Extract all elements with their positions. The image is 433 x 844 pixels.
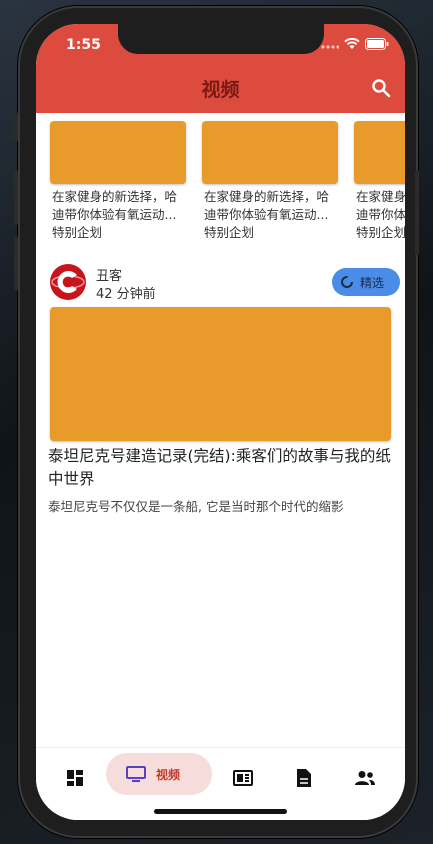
post-header: 丑客 42 分钟前 精选 [50, 264, 400, 304]
badge-label: 精选 [360, 275, 385, 290]
nav-people[interactable] [351, 764, 379, 792]
avatar[interactable] [50, 264, 86, 300]
card-tag: 特别企划 [356, 225, 405, 240]
card-description: 在家健身的新选择，哈迪带你体验有氧运动... [356, 189, 405, 222]
featured-card[interactable]: 在家健身的新选择，哈迪带你体验有氧运动... 特别企划 [202, 121, 338, 242]
card-tag: 特别企划 [52, 225, 103, 240]
featured-carousel[interactable]: 在家健身的新选择，哈迪带你体验有氧运动... 特别企划 在家健身的新选择，哈迪带… [36, 113, 405, 253]
post-thumbnail[interactable] [50, 307, 391, 441]
app-bar: 1:55 视频 [36, 24, 405, 113]
volume-up-button [14, 170, 18, 225]
featured-badge[interactable]: 精选 [332, 268, 400, 296]
volume-down-button [14, 236, 18, 291]
card-thumbnail [50, 121, 186, 184]
people-icon [355, 771, 375, 785]
home-indicator[interactable] [154, 809, 287, 814]
battery-icon [365, 38, 389, 50]
featured-card[interactable]: 在家健身的新选择，哈迪带你体验有氧运动... 特别企划 [50, 121, 186, 242]
page-title: 视频 [201, 79, 240, 101]
dashboard-icon [67, 770, 83, 786]
card-tag: 特别企划 [204, 225, 255, 240]
post-title[interactable]: 泰坦尼克号建造记录(完结):乘客们的故事与我的纸中世界 [48, 445, 393, 491]
tv-icon [126, 766, 146, 782]
card-thumbnail [202, 121, 338, 184]
news-icon [233, 770, 253, 786]
author-name[interactable]: 丑客 [96, 265, 122, 284]
status-icons [321, 38, 389, 50]
loading-icon [341, 276, 353, 288]
notch [118, 24, 324, 54]
power-button [415, 170, 419, 255]
nav-dashboard[interactable] [61, 764, 89, 792]
search-icon[interactable] [371, 78, 391, 98]
nav-documents[interactable] [290, 764, 318, 792]
status-time: 1:55 [66, 37, 101, 53]
document-icon [297, 769, 311, 787]
signal-icon [321, 45, 339, 49]
post-time: 42 分钟前 [96, 287, 156, 302]
card-description: 在家健身的新选择，哈迪带你体验有氧运动... [204, 189, 330, 222]
nav-video-label: 视频 [156, 767, 181, 782]
channel-logo-icon [51, 265, 85, 299]
mute-switch [14, 112, 18, 142]
nav-news[interactable] [229, 764, 257, 792]
post-subtitle: 泰坦尼克号不仅仅是一条船, 它是当时那个时代的缩影 [48, 499, 344, 514]
wifi-icon [344, 38, 360, 49]
screen: 1:55 视频 在家健身的新选择，哈迪带你体验有氧运动... 特别企划 在家健身… [36, 24, 405, 820]
featured-card[interactable]: 在家健身的新选择，哈迪带你体验有氧运动... 特别企划 [354, 121, 405, 242]
card-description: 在家健身的新选择，哈迪带你体验有氧运动... [52, 189, 178, 222]
card-thumbnail [354, 121, 405, 184]
nav-video[interactable]: 视频 [106, 753, 212, 795]
